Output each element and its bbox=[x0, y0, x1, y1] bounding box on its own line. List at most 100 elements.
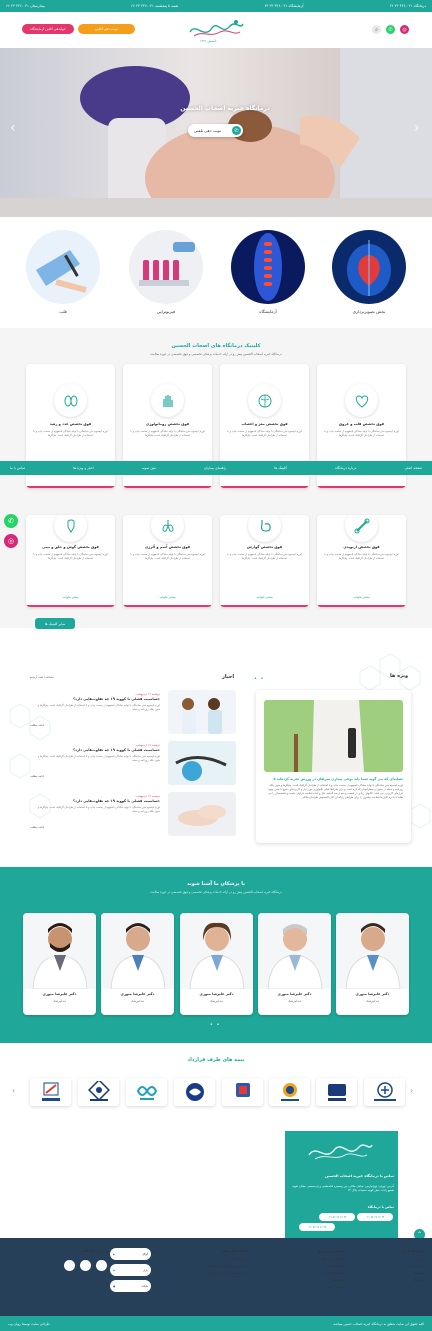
insurance-logo-salamat[interactable] bbox=[364, 1078, 405, 1106]
footer-link[interactable]: فرم استخدام bbox=[172, 1256, 247, 1263]
news-read-more[interactable]: ادامه مطلب bbox=[30, 723, 44, 727]
google-play-icon: ▶ bbox=[113, 1252, 115, 1256]
news-item-title[interactable]: حساسیت فصلی با کووید ۱۹ چه تفاوت‌هایی دا… bbox=[73, 799, 160, 803]
kidney-icon bbox=[54, 384, 87, 417]
insurance-logo-taavon[interactable] bbox=[174, 1078, 215, 1106]
nav-item-contact[interactable]: تماس با ما bbox=[10, 466, 25, 470]
clinic-card-desc: لورم ایپسوم متن ساختگی با تولید سادگی نا… bbox=[227, 553, 302, 560]
footer-link[interactable]: کلینیک فیزیوتراپی bbox=[273, 1270, 345, 1277]
special-card[interactable]: ۵ نشانه‌ای که می گوید شما باید نوعی بیما… bbox=[256, 690, 411, 843]
doctor-card[interactable]: دکتر علیرضا منوری دندانپزشک bbox=[180, 913, 253, 1015]
contact-phone-3[interactable]: ۰۲۱-۷۷ ۶۷ ۶۶ ۴۴ bbox=[299, 1223, 335, 1231]
category-physiotherapy[interactable]: فیزیوتراپی bbox=[129, 230, 203, 314]
category-heart[interactable]: قلب bbox=[26, 230, 100, 314]
nav-item-sample[interactable]: متن نمونه bbox=[142, 466, 156, 470]
doctor-card[interactable]: دکتر علیرضا منوری دندانپزشک bbox=[101, 913, 174, 1015]
insurance-logo-sina[interactable] bbox=[269, 1078, 310, 1106]
contact-phone-2[interactable]: ۰۲۱-۷۷ ۶۷ ۶۶ ۴۴ bbox=[319, 1213, 355, 1221]
footer-link[interactable]: کلینیک تخصصی bbox=[273, 1263, 345, 1270]
footer-link[interactable]: درباره ما bbox=[373, 1256, 423, 1263]
instagram-icon[interactable]: ◎ bbox=[400, 25, 409, 34]
bazaar-badge[interactable]: ◆ بازار bbox=[110, 1264, 151, 1276]
clinic-card-title: فوق تخصص آسم و آلرژی bbox=[144, 545, 191, 549]
category-imaging[interactable]: بخش تصویربرداری bbox=[332, 230, 406, 314]
read-more-link[interactable]: بیشتر بخوانید bbox=[123, 595, 212, 599]
doctor-card[interactable]: دکتر علیرضا منوری دندانپزشک bbox=[258, 913, 331, 1015]
google-play-badge[interactable]: ▶ گوگل bbox=[110, 1248, 151, 1260]
search-icon[interactable]: ⌕ bbox=[372, 25, 381, 34]
nav-item-about[interactable]: درباره درمانگاه bbox=[335, 466, 356, 470]
news-image bbox=[168, 690, 236, 734]
footer-link[interactable]: آزمایشگاه bbox=[273, 1277, 345, 1284]
nav-item-home[interactable]: صفحه اصلی bbox=[405, 466, 422, 470]
read-more-link[interactable]: بیشتر بخوانید bbox=[317, 595, 406, 599]
clinic-card-accent bbox=[123, 486, 212, 488]
insurance-next-icon[interactable]: › bbox=[410, 1086, 413, 1095]
copyright-bar: کلیه حقوق این سایت متعلق به درمانگاه خیر… bbox=[0, 1316, 432, 1331]
clinic-card-accent bbox=[317, 605, 406, 607]
slider-next-icon[interactable]: › bbox=[414, 120, 420, 136]
nav-item-clinics[interactable]: کلینیک ها bbox=[274, 466, 287, 470]
footer-link[interactable]: فرم نظرسنجی رضایت بیماران bbox=[172, 1270, 247, 1277]
footer-link[interactable]: راهنمای بیماران bbox=[273, 1284, 345, 1291]
clinic-card-orthopedics[interactable]: فوق تخصص ارتوپدی لورم ایپسوم متن ساختگی … bbox=[317, 515, 406, 607]
designer-credit[interactable]: طراحی سایت توسط رویان وب bbox=[8, 1322, 50, 1326]
insurance-logo-asia[interactable] bbox=[30, 1078, 71, 1106]
clinic-card-asthma[interactable]: فوق تخصص آسم و آلرژی لورم ایپسوم متن ساخ… bbox=[123, 515, 212, 607]
social-circle-icon[interactable] bbox=[96, 1260, 107, 1271]
insurance-logo-tamin[interactable] bbox=[78, 1078, 119, 1106]
doctors-slider-dots[interactable]: • • bbox=[210, 1022, 221, 1028]
news-item[interactable]: دوشنبه ۱۲ اردیبهشت حساسیت فصلی با کووید … bbox=[30, 690, 236, 736]
category-laboratory[interactable]: آزمایشگاه bbox=[231, 230, 305, 314]
footer-link[interactable]: درمانگاه bbox=[373, 1277, 423, 1284]
special-item-title[interactable]: ۵ نشانه‌ای که می گوید شما باید نوعی بیما… bbox=[264, 777, 403, 781]
social-circle-icon[interactable] bbox=[80, 1260, 91, 1271]
app-badge-label: گوگل bbox=[142, 1252, 148, 1256]
other-clinics-button[interactable]: سایر کلینیک ها bbox=[35, 618, 75, 629]
contact-phone-1[interactable]: ۰۲۱-۷۷ ۶۷ ۶۶ ۴۴ bbox=[357, 1213, 393, 1221]
insurance-logo-mellat[interactable] bbox=[316, 1078, 357, 1106]
insurance-prev-icon[interactable]: ‹ bbox=[12, 1086, 15, 1095]
doctor-specialty: دندانپزشک bbox=[365, 999, 380, 1003]
nav-item-patients-guide[interactable]: راهنمای بیماران bbox=[204, 466, 226, 470]
clinic-card-ent[interactable]: فوق تخصص گوش و حلق و بینی لورم ایپسوم مت… bbox=[26, 515, 115, 607]
news-item[interactable]: دوشنبه ۱۲ اردیبهشت حساسیت فصلی با کووید … bbox=[30, 792, 236, 838]
logo[interactable]: تأسیس ۱۳۹۱ bbox=[186, 16, 246, 46]
clinic-card-title: فوق تخصص غدد و رشد bbox=[49, 422, 92, 426]
clinic-card-title: فوق تخصص گوش و حلق و بینی bbox=[42, 545, 99, 549]
footer-link[interactable]: بیمه‌ها bbox=[373, 1270, 423, 1277]
footer-link[interactable]: فرم ثبت پیشنهادات و انتقادات bbox=[172, 1263, 247, 1270]
category-label: آزمایشگاه bbox=[259, 309, 277, 314]
laboratory-image bbox=[231, 230, 305, 304]
slider-prev-icon[interactable]: ‹ bbox=[10, 120, 16, 136]
topbar-clinic-phone[interactable]: درمانگاه ۰۲۱-۴۴۶ ۲۳ ۶۲ bbox=[390, 4, 426, 8]
whatsapp-icon[interactable]: ✆ bbox=[386, 25, 395, 34]
news-read-more[interactable]: ادامه مطلب bbox=[30, 825, 44, 829]
footer-link[interactable]: تماس با ما bbox=[373, 1263, 423, 1270]
read-more-link[interactable]: بیشتر بخوانید bbox=[26, 595, 115, 599]
social-circle-icon[interactable] bbox=[64, 1260, 75, 1271]
news-see-all-link[interactable]: مشاهده همه آرشیو bbox=[30, 675, 54, 679]
whatsapp-float-icon[interactable]: ✆ bbox=[4, 514, 18, 528]
instagram-float-icon[interactable]: ◎ bbox=[4, 534, 18, 548]
lab-results-button[interactable]: جوابدهی آنلاین آزمایشگاه bbox=[22, 24, 74, 34]
doctor-card[interactable]: دکتر علیرضا منوری دندانپزشک bbox=[336, 913, 409, 1015]
insurance-logo-razi[interactable] bbox=[222, 1078, 263, 1106]
nav-item-news[interactable]: اخبار و ویژه ها bbox=[73, 466, 94, 470]
news-item-title[interactable]: حساسیت فصلی با کووید ۱۹ چه تفاوت‌هایی دا… bbox=[73, 697, 160, 701]
doctor-card[interactable]: دکتر علیرضا منوری دندانپزشک bbox=[23, 913, 96, 1015]
topbar-hospital-phone[interactable]: بیمارستان ۰۲۱-۴۴۶ ۲۳ ۶۶ bbox=[6, 4, 45, 8]
specials-slider-dots[interactable]: • • bbox=[254, 676, 265, 682]
myket-badge[interactable]: ● مایکت bbox=[110, 1280, 151, 1292]
news-item-title[interactable]: حساسیت فصلی با کووید ۱۹ چه تفاوت‌هایی دا… bbox=[73, 748, 160, 752]
phone-booking-button[interactable]: نوبت دهی تلفنی ✆ bbox=[188, 124, 243, 137]
footer-link[interactable]: کلینیک دندانپزشکی bbox=[273, 1256, 345, 1263]
insurance-logo-ma[interactable] bbox=[126, 1078, 167, 1106]
clinic-card-gastro[interactable]: فوق تخصص گوارش لورم ایپسوم متن ساختگی با… bbox=[220, 515, 309, 607]
news-item[interactable]: دوشنبه ۱۲ اردیبهشت حساسیت فصلی با کووید … bbox=[30, 741, 236, 787]
news-read-more[interactable]: ادامه مطلب bbox=[30, 774, 44, 778]
online-appointment-button[interactable]: نوبت دهی آنلاین bbox=[78, 24, 135, 34]
topbar-lab-phone[interactable]: آزمایشگاه ۰۲۱-۴۴۶ ۲۳ ۶۳ bbox=[264, 4, 303, 8]
read-more-link[interactable]: بیشتر بخوانید bbox=[220, 595, 309, 599]
clinics-title: کلینیک درمانگاه های اصحاب الحسین bbox=[171, 343, 261, 349]
